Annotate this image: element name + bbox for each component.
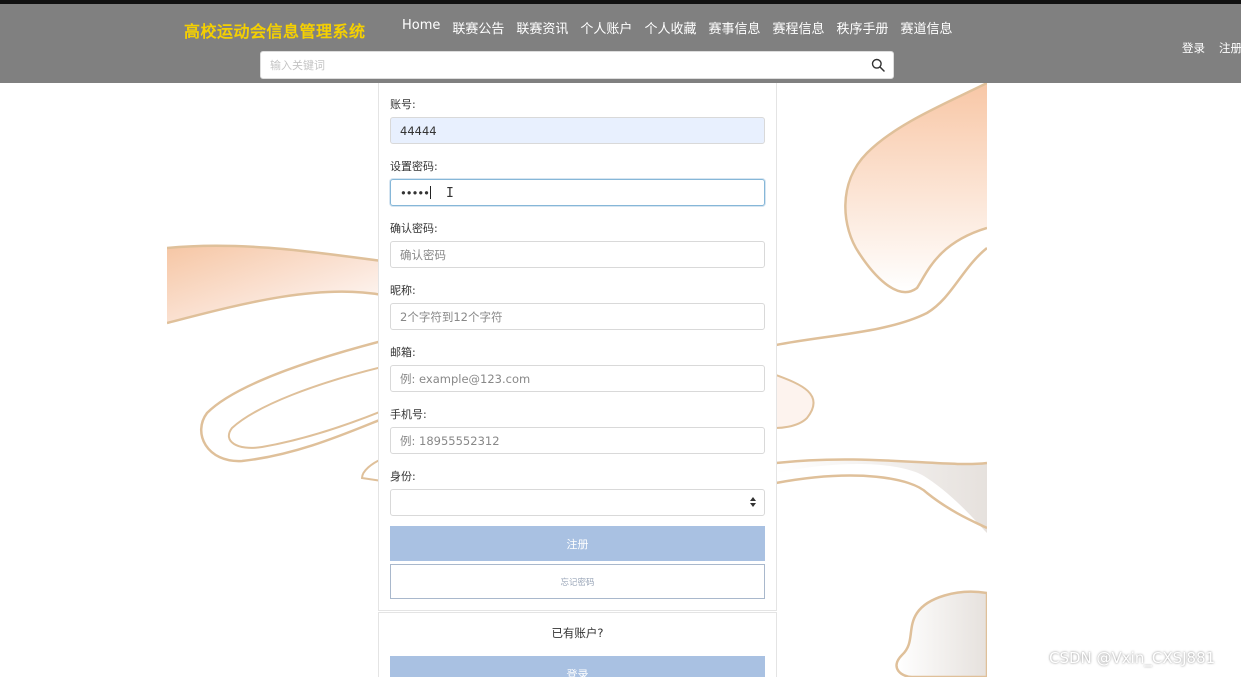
nav-home[interactable]: Home	[402, 18, 440, 37]
register-link[interactable]: 注册	[1219, 40, 1241, 56]
email-label: 邮箱:	[390, 346, 416, 359]
confirm-password-label: 确认密码:	[390, 222, 438, 235]
nav-schedule[interactable]: 赛程信息	[772, 18, 824, 37]
have-account-text: 已有账户?	[551, 626, 604, 640]
phone-placeholder: 例: 18955552312	[400, 433, 500, 448]
password-input[interactable]: ••••• I	[390, 179, 765, 206]
nickname-label: 昵称:	[390, 284, 416, 297]
csdn-watermark: CSDN @Vxin_CXSJ881	[1049, 649, 1216, 667]
auth-links: 登录 注册	[1182, 40, 1241, 56]
search-input[interactable]	[261, 52, 851, 78]
password-label: 设置密码:	[390, 160, 438, 173]
nickname-input[interactable]: 2个字符到12个字符	[390, 303, 765, 330]
email-placeholder: 例: example@123.com	[400, 371, 531, 386]
phone-input[interactable]: 例: 18955552312	[390, 427, 765, 454]
phone-label: 手机号:	[390, 408, 427, 421]
confirm-password-placeholder: 确认密码	[400, 247, 446, 262]
identity-select[interactable]	[390, 489, 765, 516]
brand-title[interactable]: 高校运动会信息管理系统	[184, 18, 366, 42]
ibeam-cursor-icon: I	[446, 186, 454, 201]
password-value: •••••	[400, 185, 430, 200]
account-value: 44444	[400, 123, 437, 138]
search-bar	[260, 51, 894, 79]
email-input[interactable]: 例: example@123.com	[390, 365, 765, 392]
identity-label: 身份:	[390, 470, 416, 483]
nav-account[interactable]: 个人账户	[580, 18, 632, 37]
text-caret	[429, 186, 431, 199]
nav-tracks[interactable]: 赛道信息	[901, 18, 953, 37]
register-button[interactable]: 注册	[390, 526, 765, 561]
confirm-password-input[interactable]: 确认密码	[390, 241, 765, 268]
nickname-placeholder: 2个字符到12个字符	[400, 309, 503, 324]
login-link[interactable]: 登录	[1182, 40, 1205, 56]
forgot-password-button[interactable]: 忘记密码	[390, 564, 765, 599]
select-updown-icon	[750, 497, 756, 507]
account-input[interactable]: 44444	[390, 117, 765, 144]
search-icon[interactable]	[871, 58, 885, 72]
nav-links: Home 联赛公告 联赛资讯 个人账户 个人收藏 赛事信息 赛程信息 秩序手册 …	[396, 18, 959, 37]
nav-handbook[interactable]: 秩序手册	[836, 18, 888, 37]
register-form-card: 账号: 44444 设置密码: ••••• I 确认密码: 确认密码 昵称: 2…	[378, 83, 777, 611]
nav-news[interactable]: 联赛资讯	[516, 18, 568, 37]
login-button[interactable]: 登录	[390, 656, 765, 677]
nav-announcements[interactable]: 联赛公告	[452, 18, 504, 37]
nav-favorites[interactable]: 个人收藏	[644, 18, 696, 37]
nav-events[interactable]: 赛事信息	[708, 18, 760, 37]
login-prompt-card: 已有账户? 登录	[378, 612, 777, 677]
account-label: 账号:	[390, 98, 416, 111]
